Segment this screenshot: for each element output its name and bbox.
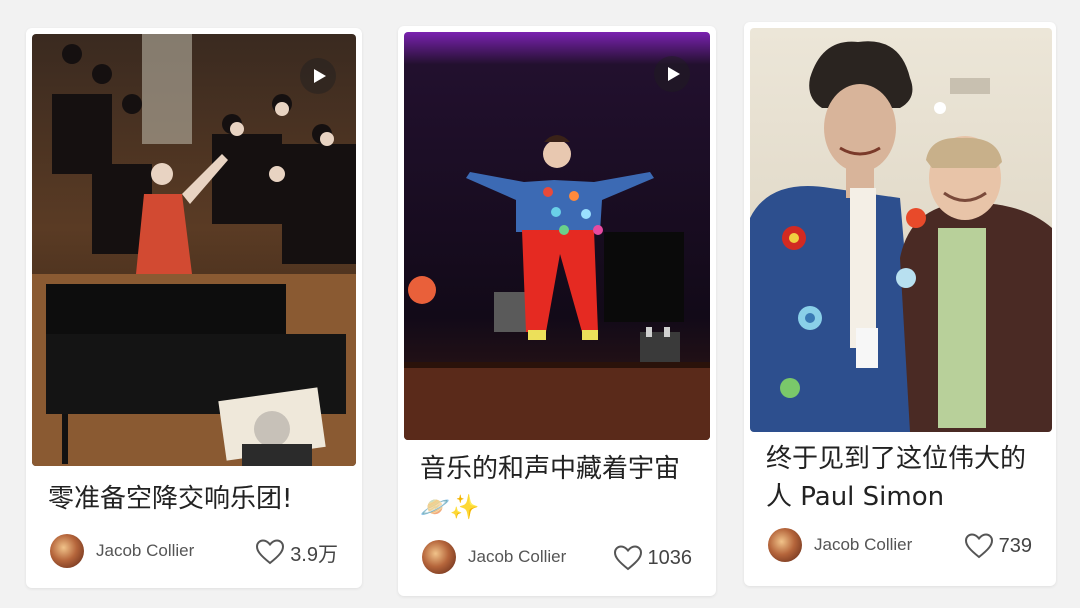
play-video-icon xyxy=(300,58,336,94)
like-count: 1036 xyxy=(647,546,693,569)
author-name[interactable]: Jacob Collier xyxy=(814,535,912,555)
play-video-icon xyxy=(654,56,690,92)
card-title-text: 音乐的和声中藏着宇宙 xyxy=(420,454,681,484)
card-footer: Jacob Collier 739 xyxy=(766,528,1038,564)
card-title[interactable]: 零准备空降交响乐团! xyxy=(48,480,344,518)
portrait-photo-illustration xyxy=(750,28,1052,432)
card-footer: Jacob Collier 3.9万 xyxy=(48,534,344,570)
author-avatar[interactable] xyxy=(422,540,456,574)
feed-card-3[interactable]: 终于见到了这位伟大的人 Paul Simon Jacob Collier 739 xyxy=(744,22,1056,586)
planet-sparkles-emoji-icon: 🪐✨ xyxy=(420,493,480,521)
like-button[interactable]: 1036 xyxy=(613,542,693,574)
feed-card-1[interactable]: 零准备空降交响乐团! Jacob Collier 3.9万 xyxy=(26,28,362,588)
author-avatar[interactable] xyxy=(768,528,802,562)
heart-icon xyxy=(964,533,993,559)
cover-image-stage[interactable] xyxy=(404,32,710,440)
like-count: 739 xyxy=(998,534,1032,557)
like-count: 3.9万 xyxy=(290,543,338,566)
orchestra-photo-illustration xyxy=(32,34,356,466)
feed-card-2[interactable]: 音乐的和声中藏着宇宙 🪐✨ Jacob Collier 1036 xyxy=(398,26,716,596)
heart-icon xyxy=(256,539,285,565)
author-name[interactable]: Jacob Collier xyxy=(96,541,194,561)
stage-performance-photo-illustration xyxy=(404,32,710,440)
like-button[interactable]: 3.9万 xyxy=(256,536,338,568)
card-title[interactable]: 终于见到了这位伟大的人 Paul Simon xyxy=(766,440,1038,516)
card-footer: Jacob Collier 1036 xyxy=(420,540,698,576)
cover-image-portrait[interactable] xyxy=(750,28,1052,432)
author-avatar[interactable] xyxy=(50,534,84,568)
card-title[interactable]: 音乐的和声中藏着宇宙 🪐✨ xyxy=(420,450,698,526)
cover-image-orchestra[interactable] xyxy=(32,34,356,466)
like-button[interactable]: 739 xyxy=(964,530,1032,562)
author-name[interactable]: Jacob Collier xyxy=(468,547,566,567)
heart-icon xyxy=(613,545,642,571)
